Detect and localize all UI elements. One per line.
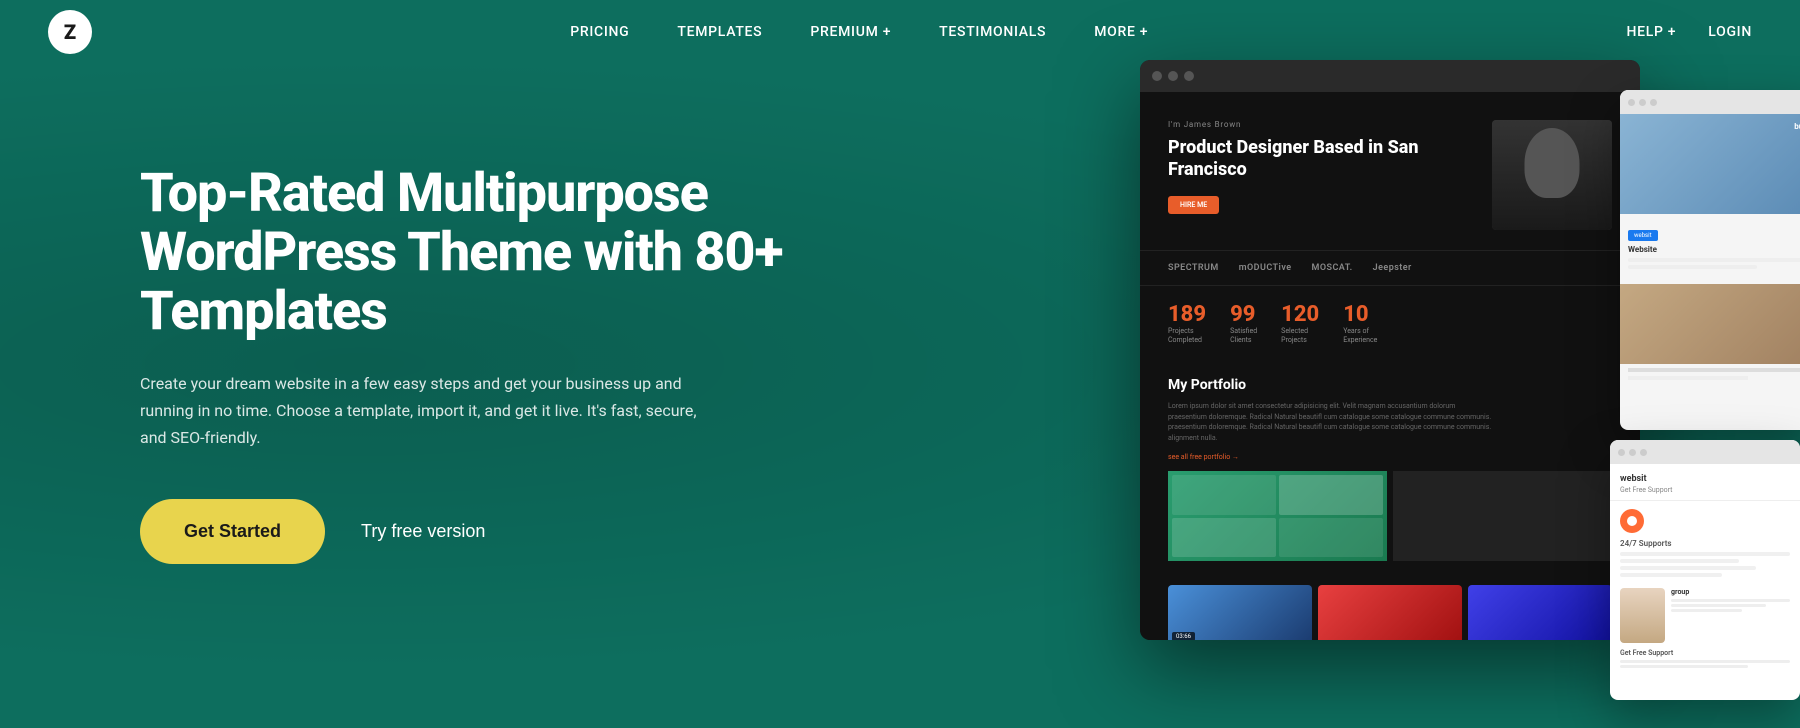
portfolio-grid [1168,471,1612,561]
browser-content-main: I'm James Brown Product Designer Based i… [1140,92,1640,640]
sec2-dot-1 [1618,449,1625,456]
try-free-button[interactable]: Try free version [361,521,485,542]
get-started-button[interactable]: Get Started [140,499,325,564]
sec2-person-text: group [1671,588,1790,643]
sec2-desc-line-1 [1620,552,1790,556]
browser-secondary-2: websit Get Free Support 24/7 Supports [1610,440,1800,700]
logo-jeepster: Jeepster [1373,263,1412,273]
sec2-dot-2 [1629,449,1636,456]
inner-eyebrow: I'm James Brown [1168,120,1476,129]
thumb-2 [1318,585,1462,640]
logo-spectrum: SPECTRUM [1168,263,1219,273]
nav-login[interactable]: LOGIN [1708,24,1752,40]
sec2-person-line-3 [1671,609,1742,612]
inner-title: Product Designer Based in San Francisco [1168,137,1476,180]
nav-templates[interactable]: TEMPLATES [677,24,762,40]
browser-bar-main [1140,60,1640,92]
sec2-fs-line-2 [1620,665,1748,668]
portfolio-link[interactable]: see all free portfolio → [1168,453,1612,461]
sec2-person-line-1 [1671,599,1790,602]
sec2-avatar [1620,588,1665,643]
inner-cta-btn: HIRE ME [1168,196,1219,214]
stat-clients: 99 SatisfiedClients [1230,302,1257,345]
sec2-dot-3 [1640,449,1647,456]
hero-content: Top-Rated Multipurpose WordPress Theme w… [140,164,820,565]
stats-row: 189 ProjectsCompleted 99 SatisfiedClient… [1140,286,1640,361]
sec1-bottom-image [1620,284,1800,364]
sec2-desc-line-4 [1620,573,1722,577]
portfolio-card-secondary [1393,471,1612,561]
sec1-line-3 [1628,368,1800,372]
sec2-badge [1620,509,1644,533]
sec1-line-2 [1628,265,1757,269]
browser-dot-3 [1184,71,1194,81]
nav-premium[interactable]: PREMIUM + [810,24,891,40]
sec2-header: websit Get Free Support [1610,464,1800,501]
sec2-support-block: 24/7 Supports [1610,501,1800,588]
logo-moductive: mODUCTive [1239,263,1292,273]
stat-projects: 189 ProjectsCompleted [1168,302,1206,345]
sec1-top-image: build [1620,114,1800,214]
browser-secondary-1: build websit Website [1620,90,1800,430]
nav-help[interactable]: HELP + [1626,24,1676,40]
stat-years: 10 Years ofExperience [1343,302,1377,345]
sec2-bar [1610,440,1800,464]
sec1-tag: websit [1628,230,1658,241]
nav-center-links: PRICING TEMPLATES PREMIUM + TESTIMONIALS… [570,24,1148,40]
logos-bar: SPECTRUM mODUCTive MOSCAT. Jeepster [1140,250,1640,286]
face-silhouette [1492,120,1612,230]
navigation: Z PRICING TEMPLATES PREMIUM + TESTIMONIA… [0,0,1800,64]
inner-hero-image [1492,120,1612,230]
sec1-build-label: build [1794,122,1800,131]
inner-hero-text: I'm James Brown Product Designer Based i… [1168,120,1476,230]
thumb-3 [1468,585,1612,640]
thumb-1: 03:66 [1168,585,1312,640]
logo-moscat: MOSCAT. [1312,263,1353,273]
sec2-person-name: group [1671,588,1790,596]
nav-pricing[interactable]: PRICING [570,24,629,40]
browser-dot-1 [1152,71,1162,81]
sec2-fs-title: Get Free Support [1620,649,1790,657]
inner-hero-section: I'm James Brown Product Designer Based i… [1140,92,1640,250]
portfolio-section: My Portfolio Lorem ipsum dolor sit amet … [1140,361,1640,577]
sec1-bar [1620,90,1800,114]
portfolio-card-main [1168,471,1387,561]
sec2-person-line-2 [1671,604,1766,607]
sec2-content: websit Get Free Support 24/7 Supports [1610,464,1800,700]
thumb-row: 03:66 [1140,577,1640,640]
stat-selected: 120 SelectedProjects [1281,302,1319,345]
brand-logo[interactable]: Z [48,10,92,54]
sec2-support-title: 24/7 Supports [1620,539,1790,548]
sec2-img-row: group [1610,588,1800,643]
sec1-dot-2 [1639,99,1646,106]
hero-subtitle: Create your dream website in a few easy … [140,370,720,452]
hero-mockup: I'm James Brown Product Designer Based i… [1140,60,1800,710]
sec2-desc-line-3 [1620,566,1756,570]
hero-section: Top-Rated Multipurpose WordPress Theme w… [0,0,1800,728]
hero-cta-group: Get Started Try free version [140,499,820,564]
sec1-dot-3 [1650,99,1657,106]
sec2-title: websit [1620,474,1790,484]
portfolio-text: Lorem ipsum dolor sit amet consectetur a… [1168,401,1612,443]
sec2-fs-line-1 [1620,660,1790,663]
portfolio-title: My Portfolio [1168,377,1612,393]
sec2-free-support: Get Free Support [1610,643,1800,676]
sec1-content: build websit Website [1620,114,1800,430]
nav-right-links: HELP + LOGIN [1626,24,1752,40]
sec1-line-1 [1628,258,1800,262]
sec1-text-block: websit Website [1620,214,1800,280]
browser-main: I'm James Brown Product Designer Based i… [1140,60,1640,640]
sec1-line-4 [1628,376,1748,380]
nav-more[interactable]: MORE + [1094,24,1148,40]
browser-dot-2 [1168,71,1178,81]
nav-testimonials[interactable]: TESTIMONIALS [939,24,1046,40]
sec2-subtitle: Get Free Support [1620,486,1790,494]
hero-title: Top-Rated Multipurpose WordPress Theme w… [140,164,820,342]
sec1-dot-1 [1628,99,1635,106]
sec2-desc-line-2 [1620,559,1739,563]
sec1-title: Website [1628,245,1800,254]
